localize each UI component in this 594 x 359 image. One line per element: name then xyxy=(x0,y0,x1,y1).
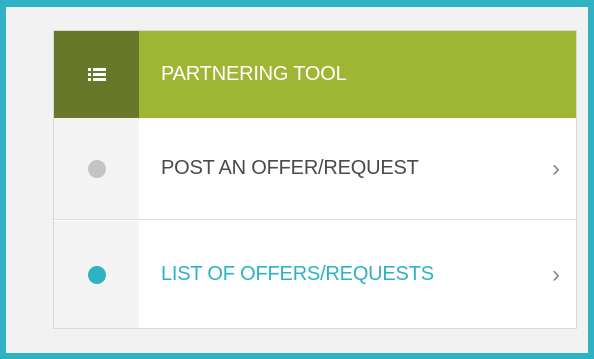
status-indicator-box xyxy=(54,221,139,328)
chevron-right-icon[interactable]: › xyxy=(536,261,576,289)
dot-icon xyxy=(87,265,106,284)
dot-icon xyxy=(87,159,106,178)
menu-item-label[interactable]: LIST OF OFFERS/REQUESTS xyxy=(139,263,536,286)
header-icon-box xyxy=(54,31,139,118)
status-indicator-box xyxy=(54,118,139,219)
menu-item-list-offers[interactable]: LIST OF OFFERS/REQUESTS › xyxy=(54,221,576,328)
screenshot-frame: PARTNERING TOOL POST AN OFFER/REQUEST › … xyxy=(0,0,594,359)
menu-title: PARTNERING TOOL xyxy=(161,63,347,85)
chevron-right-icon[interactable]: › xyxy=(536,155,576,183)
partnering-menu-panel: PARTNERING TOOL POST AN OFFER/REQUEST › … xyxy=(53,30,577,329)
menu-item-label[interactable]: POST AN OFFER/REQUEST xyxy=(139,157,536,180)
menu-header: PARTNERING TOOL xyxy=(54,31,576,118)
list-icon xyxy=(87,67,106,82)
menu-item-post-offer[interactable]: POST AN OFFER/REQUEST › xyxy=(54,118,576,220)
